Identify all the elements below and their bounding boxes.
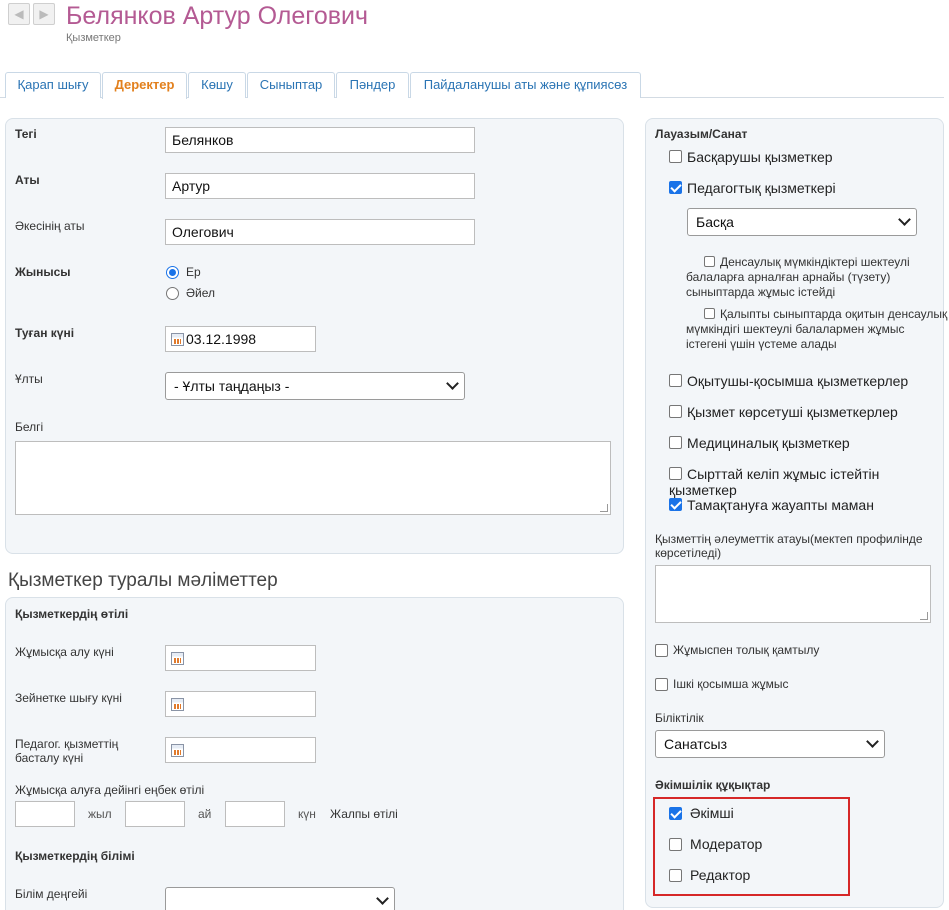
- nutrition-checkbox[interactable]: [669, 498, 682, 511]
- internal-part-time-label: Ішкі қосымша жұмыс: [673, 677, 789, 691]
- gender-female-label: Әйел: [186, 286, 216, 300]
- surname-label: Тегі: [15, 127, 37, 141]
- nationality-label: Ұлты: [15, 372, 43, 386]
- external-staff-checkbox[interactable]: [669, 467, 682, 480]
- inclusive-bonus-checkbox[interactable]: [704, 308, 715, 319]
- name-label: Аты: [15, 173, 40, 187]
- months-label: ай: [198, 807, 212, 821]
- page-title: Белянков Артур Олегович: [66, 2, 368, 30]
- edu-level-select[interactable]: [165, 887, 395, 910]
- birthdate-value: 03.12.1998: [186, 331, 257, 347]
- social-title-textarea[interactable]: [655, 565, 931, 623]
- back-arrow-icon[interactable]: ◀: [8, 3, 30, 25]
- page-subtitle: Қызметкер: [66, 32, 121, 44]
- note-textarea[interactable]: [15, 441, 611, 515]
- retire-date-input[interactable]: [165, 691, 316, 717]
- experience-heading: Қызметкердің өтілі: [15, 607, 129, 621]
- prior-days-input[interactable]: [225, 801, 285, 827]
- prior-months-input[interactable]: [125, 801, 185, 827]
- nutrition-label: Тамақтануға жауапты маман: [687, 497, 874, 513]
- edu-level-label: Білім деңгейі: [15, 887, 88, 901]
- patronymic-input[interactable]: Олегович: [165, 219, 475, 245]
- inclusive-bonus-line1: Қалыпты сыныптарда оқитын денсаулық: [720, 307, 948, 321]
- tab-data[interactable]: Деректер: [102, 72, 187, 99]
- calendar-icon[interactable]: [171, 333, 184, 346]
- inclusive-bonus-line3: істегені үшін үстеме алады: [686, 337, 837, 351]
- service-staff-label: Қызмет көрсетуші қызметкерлер: [687, 404, 898, 420]
- rights-heading: Әкімшілік құқықтар: [655, 778, 771, 792]
- years-label: жыл: [88, 807, 112, 821]
- internal-part-time-checkbox[interactable]: [655, 678, 668, 691]
- patronymic-label: Әкесінің аты: [15, 219, 85, 233]
- hire-date-input[interactable]: [165, 645, 316, 671]
- resize-grip-icon[interactable]: [920, 612, 928, 620]
- ped-start-input[interactable]: [165, 737, 316, 763]
- calendar-icon[interactable]: [171, 698, 184, 711]
- tab-credentials[interactable]: Пайдаланушы аты және құпиясөз: [410, 72, 641, 98]
- external-staff-line2: қызметкер: [669, 482, 737, 498]
- gender-male-label: Ер: [186, 265, 201, 279]
- note-label: Белгі: [15, 420, 44, 434]
- gender-label: Жынысы: [15, 265, 71, 279]
- qualification-select[interactable]: Санатсыз: [655, 730, 885, 758]
- admin-staff-checkbox[interactable]: [669, 150, 682, 163]
- special-classes-line2: балаларға арналған арнайы (түзету): [686, 270, 891, 284]
- chevron-down-icon: [376, 892, 389, 905]
- hire-date-label: Жұмысқа алу күні: [15, 645, 114, 659]
- tab-subjects[interactable]: Пәндер: [336, 72, 409, 98]
- birthdate-input[interactable]: 03.12.1998: [165, 326, 316, 352]
- employee-section-title: Қызметкер туралы мәліметтер: [8, 570, 278, 591]
- ped-start-label-line2: басталу күні: [15, 751, 84, 765]
- days-label: күн: [298, 807, 316, 821]
- ped-staff-label: Педагогтық қызметкері: [687, 180, 836, 196]
- special-classes-line1: Денсаулық мүмкіндіктері шектеулі: [720, 255, 910, 269]
- social-title-label-line2: көрсетіледі): [655, 546, 722, 560]
- inclusive-bonus-line2: мүмкіндігі шектеулі балалармен жұмыс: [686, 322, 905, 336]
- surname-input[interactable]: Белянков: [165, 127, 475, 153]
- nationality-select[interactable]: - Ұлты таңдаңыз -: [165, 372, 465, 400]
- calendar-icon[interactable]: [171, 652, 184, 665]
- prior-experience-label: Жұмысқа алуға дейінгі еңбек өтілі: [15, 783, 205, 797]
- gender-female-radio[interactable]: [166, 287, 179, 300]
- teaching-support-label: Оқытушы-қосымша қызметкерлер: [687, 373, 909, 389]
- tab-classes[interactable]: Сыныптар: [247, 72, 335, 98]
- ped-type-value: Басқа: [696, 214, 734, 230]
- ped-staff-checkbox[interactable]: [669, 181, 682, 194]
- birthdate-label: Туған күні: [15, 326, 75, 340]
- medical-staff-checkbox[interactable]: [669, 436, 682, 449]
- resize-grip-icon[interactable]: [600, 504, 608, 512]
- full-time-label: Жұмыспен толық қамтылу: [673, 643, 820, 657]
- admin-staff-label: Басқарушы қызметкер: [687, 149, 833, 165]
- ped-type-select[interactable]: Басқа: [687, 208, 917, 236]
- rights-highlight-box: [653, 797, 850, 896]
- teaching-support-checkbox[interactable]: [669, 374, 682, 387]
- chevron-down-icon: [866, 735, 879, 748]
- full-time-checkbox[interactable]: [655, 644, 668, 657]
- chevron-down-icon: [446, 377, 459, 390]
- gender-male-radio[interactable]: [166, 266, 179, 279]
- qualification-value: Санатсыз: [664, 736, 727, 752]
- name-input[interactable]: Артур: [165, 173, 475, 199]
- forward-arrow-icon[interactable]: ▶: [33, 3, 55, 25]
- special-classes-checkbox[interactable]: [704, 256, 715, 267]
- chevron-down-icon: [898, 213, 911, 226]
- ped-start-label-line1: Педагог. қызметтің: [15, 737, 119, 751]
- total-experience-label: Жалпы өтілі: [330, 807, 398, 821]
- medical-staff-label: Медициналық қызметкер: [687, 435, 850, 451]
- social-title-label-line1: Қызметтің әлеуметтік атауы(мектеп профил…: [655, 532, 923, 546]
- calendar-icon[interactable]: [171, 744, 184, 757]
- retire-date-label: Зейнетке шығу күні: [15, 691, 122, 705]
- nationality-value: - Ұлты таңдаңыз -: [174, 378, 290, 394]
- prior-years-input[interactable]: [15, 801, 75, 827]
- external-staff-line1: Сырттай келіп жұмыс істейтін: [687, 466, 880, 482]
- tab-transfer[interactable]: Көшу: [188, 72, 246, 98]
- tab-view[interactable]: Қарап шығу: [5, 72, 101, 98]
- position-heading: Лауазым/Санат: [655, 127, 748, 141]
- qualification-label: Біліктілік: [655, 711, 704, 725]
- special-classes-line3: сыныптарда жұмыс істейді: [686, 285, 836, 299]
- education-heading: Қызметкердің білімі: [15, 849, 135, 863]
- service-staff-checkbox[interactable]: [669, 405, 682, 418]
